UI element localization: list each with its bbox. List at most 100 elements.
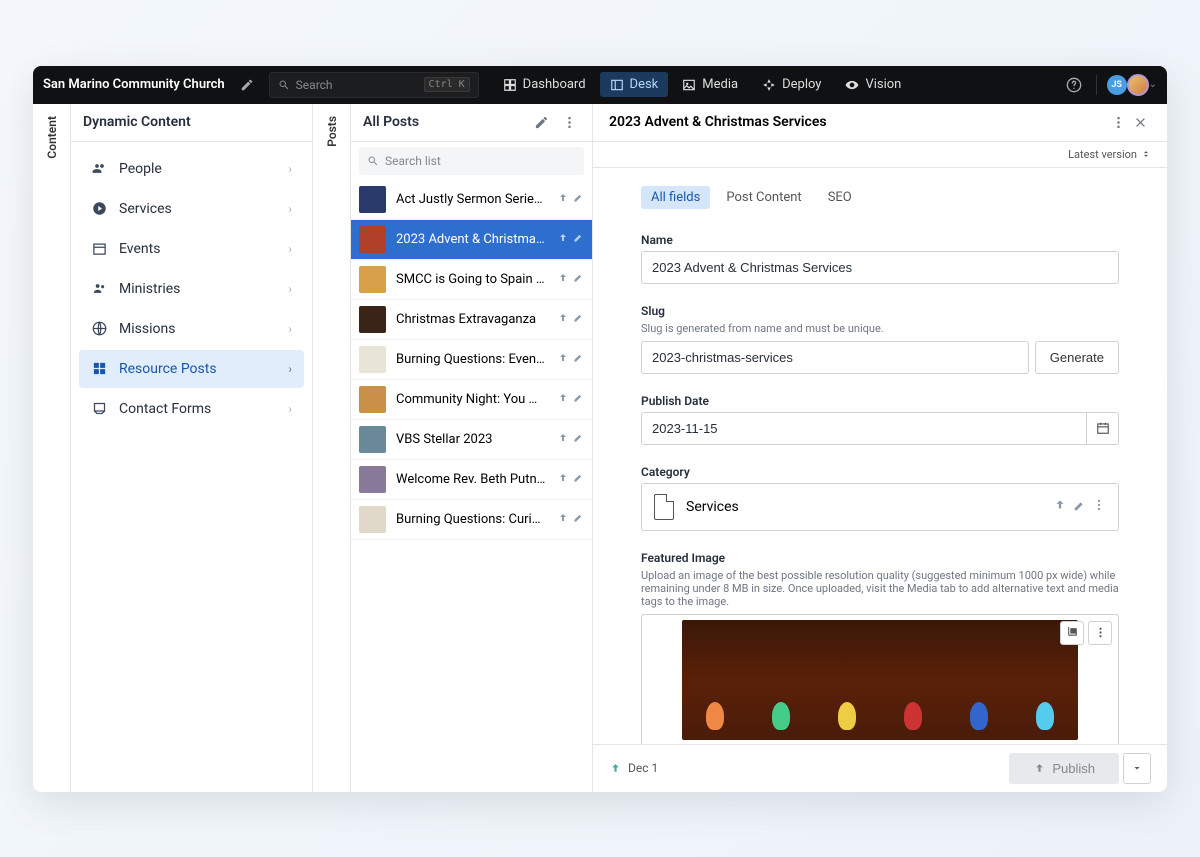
input-publish-date[interactable] (641, 412, 1087, 445)
post-item[interactable]: Burning Questions: Event… (351, 340, 592, 380)
publish-menu-button[interactable] (1123, 753, 1151, 784)
edit-icon (573, 352, 584, 367)
sidebar-item-ministries[interactable]: Ministries › (79, 270, 304, 308)
status-date: Dec 1 (628, 761, 658, 775)
post-item[interactable]: Community Night: You M… (351, 380, 592, 420)
pane1-header: Dynamic Content (71, 104, 312, 142)
content-type-list: People›Services›Events›Ministries›Missio… (71, 142, 312, 436)
nav-label: Media (702, 77, 738, 92)
nav-dashboard[interactable]: Dashboard (493, 72, 596, 97)
publish-button[interactable]: Publish (1009, 753, 1119, 784)
post-item[interactable]: VBS Stellar 2023 (351, 420, 592, 460)
chevron-right-icon: › (288, 402, 292, 416)
field-slug: Slug Slug is generated from name and mus… (641, 304, 1119, 374)
image-preview (682, 620, 1078, 740)
chevron-right-icon: › (288, 362, 292, 376)
chevron-right-icon: › (288, 202, 292, 216)
chevron-right-icon: › (288, 322, 292, 336)
label-category: Category (641, 465, 1119, 479)
document-pane: 2023 Advent & Christmas Services Latest … (593, 104, 1167, 792)
nav-items: Dashboard Desk Media Deploy Vision (493, 72, 912, 97)
post-item[interactable]: SMCC is Going to Spain i… (351, 260, 592, 300)
more-icon[interactable] (1092, 497, 1106, 516)
project-name: San Marino Community Church (43, 77, 225, 92)
version-select[interactable]: Latest version (1068, 148, 1151, 161)
rail-label-posts: Posts (325, 116, 339, 147)
publish-icon (557, 272, 569, 287)
nav-label: Vision (865, 77, 901, 92)
sidebar-item-missions[interactable]: Missions› (79, 310, 304, 348)
search-placeholder: Search (296, 78, 333, 92)
input-name[interactable] (641, 251, 1119, 284)
label-name: Name (641, 233, 1119, 247)
sidebar-item-people[interactable]: People › (79, 150, 304, 188)
tab-seo[interactable]: SEO (818, 186, 862, 209)
post-title: Burning Questions: Curio… (396, 512, 547, 527)
post-item[interactable]: Burning Questions: Curio… (351, 500, 592, 540)
compose-icon[interactable] (235, 73, 259, 97)
sidebar-item-services[interactable]: Services › (79, 190, 304, 228)
tab-all-fields[interactable]: All fields (641, 186, 710, 209)
sidebar-item-label: Ministries (119, 281, 180, 297)
generate-button[interactable]: Generate (1035, 341, 1119, 374)
edit-icon[interactable] (1073, 497, 1086, 516)
app-window: San Marino Community Church Search Ctrl … (33, 66, 1167, 792)
edit-icon (573, 272, 584, 287)
post-thumb (359, 506, 386, 533)
publish-icon[interactable] (1053, 497, 1067, 516)
globe-icon (91, 321, 107, 336)
post-item[interactable]: 2023 Advent & Christma… (351, 220, 592, 260)
list-search-wrap: Search list (351, 142, 592, 180)
nav-media[interactable]: Media (672, 72, 748, 97)
compose-icon[interactable] (530, 111, 552, 133)
footer-status: Dec 1 (609, 761, 658, 775)
post-item[interactable]: Act Justly Sermon Series |… (351, 180, 592, 220)
publish-label: Publish (1052, 761, 1095, 776)
image-upload[interactable] (641, 614, 1119, 744)
sidebar-item-events[interactable]: Events› (79, 230, 304, 268)
post-title: Act Justly Sermon Series |… (396, 192, 547, 207)
sidebar-item-label: People (119, 161, 162, 177)
input-slug[interactable] (641, 341, 1029, 374)
nav-deploy[interactable]: Deploy (752, 72, 831, 97)
post-thumb (359, 346, 386, 373)
calendar-icon[interactable] (1087, 412, 1119, 445)
content-types-pane: Dynamic Content People›Services›Events›M… (71, 104, 313, 792)
search-input[interactable]: Search Ctrl K (269, 72, 479, 98)
divider (1096, 75, 1097, 95)
field-name: Name (641, 233, 1119, 284)
publish-icon (557, 432, 569, 447)
post-item[interactable]: Christmas Extravaganza (351, 300, 592, 340)
field-category: Category Services (641, 465, 1119, 531)
category-reference[interactable]: Services (641, 483, 1119, 531)
post-thumb (359, 426, 386, 453)
content-rail[interactable]: Content (33, 104, 71, 792)
close-icon[interactable] (1129, 111, 1151, 133)
chevron-right-icon: › (288, 162, 292, 176)
post-list: Act Justly Sermon Series |… 2023 Advent &… (351, 180, 592, 792)
label-publish-date: Publish Date (641, 394, 1119, 408)
sidebar-item-contact-forms[interactable]: Contact Forms› (79, 390, 304, 428)
chevron-right-icon: › (288, 282, 292, 296)
sidebar-item-resource-posts[interactable]: Resource Posts› (79, 350, 304, 388)
post-title: VBS Stellar 2023 (396, 432, 547, 447)
avatar-stack[interactable]: JS ⌄ (1107, 74, 1157, 96)
post-thumb (359, 386, 386, 413)
pane2-title: All Posts (363, 114, 419, 130)
inbox-icon (91, 401, 107, 416)
more-icon[interactable] (558, 111, 580, 133)
nav-vision[interactable]: Vision (835, 72, 911, 97)
sidebar-item-label: Services (119, 201, 172, 217)
crop-icon[interactable] (1060, 621, 1084, 645)
nav-desk[interactable]: Desk (600, 72, 669, 97)
tab-post-content[interactable]: Post Content (716, 186, 811, 209)
help-icon[interactable] (1062, 73, 1086, 97)
list-search-input[interactable]: Search list (359, 147, 584, 175)
posts-rail[interactable]: Posts (313, 104, 351, 792)
document-icon (654, 494, 674, 520)
post-item[interactable]: Welcome Rev. Beth Putn… (351, 460, 592, 500)
more-icon[interactable] (1088, 621, 1112, 645)
publish-icon (557, 232, 569, 247)
more-icon[interactable] (1107, 111, 1129, 133)
post-thumb (359, 466, 386, 493)
